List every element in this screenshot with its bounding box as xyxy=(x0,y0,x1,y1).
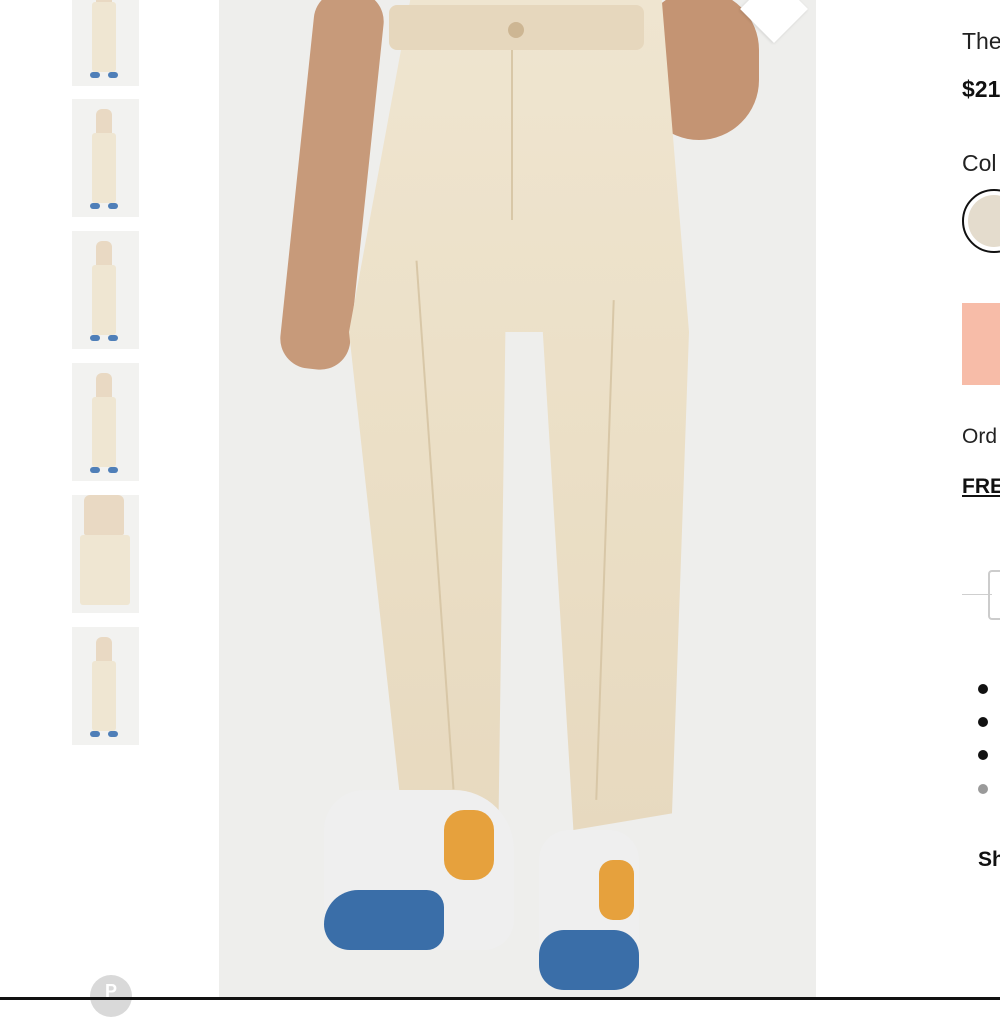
fly-seam xyxy=(511,50,513,220)
sneaker-left xyxy=(324,790,514,950)
detail-bullet xyxy=(978,750,988,760)
figure-shoe xyxy=(90,467,100,473)
quantity-stepper[interactable] xyxy=(988,570,1000,620)
figure-shoe xyxy=(90,203,100,209)
color-swatch[interactable] xyxy=(962,189,1000,253)
product-title: The Jeans xyxy=(962,28,1000,54)
detail-bullet xyxy=(978,684,988,694)
figure-shoe xyxy=(108,731,118,737)
pinterest-icon[interactable]: P xyxy=(90,975,132,1017)
thumbnail-1[interactable] xyxy=(72,0,139,86)
figure-legs xyxy=(92,397,116,467)
thumbnail-5[interactable] xyxy=(72,495,139,613)
figure-legs xyxy=(92,2,116,72)
sneaker-right xyxy=(539,830,639,990)
detail-bullet xyxy=(978,717,988,727)
sneaker-orange-panel xyxy=(599,860,634,920)
figure-shoe xyxy=(108,203,118,209)
figure-legs xyxy=(92,265,116,335)
main-product-image[interactable] xyxy=(219,0,816,1000)
figure-torso xyxy=(84,495,124,535)
add-to-bag-button[interactable] xyxy=(962,303,1000,385)
figure-torso xyxy=(96,109,112,135)
product-info-panel: The Jeans $21 Col Ord FRE Sh xyxy=(962,0,1000,1000)
waist-button xyxy=(508,22,524,38)
thumbnail-6[interactable] xyxy=(72,627,139,745)
figure-shoe xyxy=(90,335,100,341)
free-shipping-link[interactable]: FRE xyxy=(962,475,1000,499)
share-label[interactable]: Sh xyxy=(978,848,1000,872)
figure-legs xyxy=(80,535,130,605)
color-swatch-fill xyxy=(968,195,1000,247)
thumbnail-4[interactable] xyxy=(72,363,139,481)
sneaker-orange-panel xyxy=(444,810,494,880)
thumbnail-2[interactable] xyxy=(72,99,139,217)
color-label: Col xyxy=(962,150,997,176)
thumbnail-3[interactable] xyxy=(72,231,139,349)
figure-legs xyxy=(92,661,116,731)
detail-bullet xyxy=(978,784,988,794)
sneaker-blue-panel xyxy=(324,890,444,950)
pants-illustration xyxy=(349,0,689,830)
figure-shoe xyxy=(108,335,118,341)
figure-legs xyxy=(92,133,116,203)
sneaker-blue-panel xyxy=(539,930,639,990)
figure-torso xyxy=(96,373,112,399)
figure-shoe xyxy=(108,467,118,473)
figure-torso xyxy=(96,637,112,663)
order-info-text: Ord xyxy=(962,425,998,448)
figure-shoe xyxy=(90,72,100,78)
figure-torso xyxy=(96,241,112,267)
product-price: $21 xyxy=(962,76,1000,102)
figure-shoe xyxy=(90,731,100,737)
figure-shoe xyxy=(108,72,118,78)
